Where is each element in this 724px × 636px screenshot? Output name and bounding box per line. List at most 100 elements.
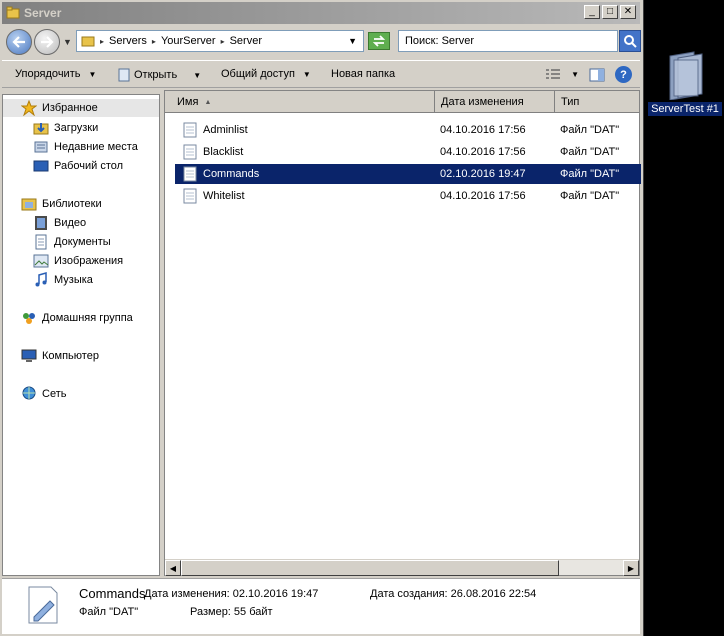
table-row[interactable]: Blacklist 04.10.2016 17:56 Файл "DAT" xyxy=(175,142,641,162)
view-dropdown-icon[interactable]: ▼ xyxy=(571,70,579,79)
refresh-button[interactable] xyxy=(368,32,390,50)
nav-item-homegroup[interactable]: Домашняя группа xyxy=(21,310,133,326)
file-type: Файл "DAT" xyxy=(560,124,620,136)
preview-pane-icon[interactable] xyxy=(589,68,605,82)
nav-item-music[interactable]: Музыка xyxy=(33,272,93,288)
search-icon xyxy=(624,35,637,48)
minimize-icon: _ xyxy=(589,6,595,17)
title-bar[interactable]: Server _ □ ✕ xyxy=(2,2,640,24)
pictures-icon xyxy=(33,254,49,268)
breadcrumb-servers[interactable]: Servers xyxy=(109,35,147,47)
file-icon xyxy=(183,166,197,182)
column-date[interactable]: Дата изменения xyxy=(435,91,555,113)
file-icon xyxy=(183,122,197,138)
video-icon xyxy=(35,216,47,230)
file-date: 02.10.2016 19:47 xyxy=(440,168,526,180)
details-file-name: Commands xyxy=(79,586,146,601)
open-button[interactable]: Открыть ▼ xyxy=(118,68,201,82)
nav-item-recent[interactable]: Недавние места xyxy=(33,139,138,155)
nav-label: Изображения xyxy=(54,255,124,267)
nav-item-documents[interactable]: Документы xyxy=(33,234,111,250)
chevron-right-icon[interactable]: ▸ xyxy=(100,37,104,46)
new-folder-label: Новая папка xyxy=(331,68,396,80)
close-icon: ✕ xyxy=(623,6,633,17)
new-folder-button[interactable]: Новая папка xyxy=(331,68,395,80)
table-row[interactable]: Whitelist 04.10.2016 17:56 Файл "DAT" xyxy=(175,186,641,206)
scroll-left-icon[interactable]: ◀ xyxy=(165,560,181,576)
chevron-down-icon[interactable]: ▼ xyxy=(193,71,201,80)
folder-icon xyxy=(6,6,20,19)
search-placeholder: Поиск: Server xyxy=(405,35,474,47)
address-bar: ▼ ▸ Servers ▸ YourServer ▸ Server ▼ Поис… xyxy=(2,26,641,58)
table-row[interactable]: Adminlist 04.10.2016 17:56 Файл "DAT" xyxy=(175,120,641,140)
chevron-right-icon[interactable]: ▸ xyxy=(221,37,225,46)
file-preview-icon xyxy=(28,586,58,624)
file-date: 04.10.2016 17:56 xyxy=(440,146,526,158)
organize-label: Упорядочить xyxy=(15,68,81,80)
scroll-thumb[interactable] xyxy=(181,560,559,576)
documents-icon xyxy=(35,234,47,250)
navigation-pane: Избранное Загрузки Недавние места Рабочи… xyxy=(2,94,160,576)
nav-item-libraries[interactable]: Библиотеки xyxy=(21,196,102,212)
desktop-icon xyxy=(33,160,49,172)
music-icon xyxy=(35,272,47,287)
share-label: Общий доступ xyxy=(221,68,295,80)
open-label: Открыть xyxy=(134,69,178,81)
folder-icon xyxy=(669,51,703,100)
details-type: Файл "DAT" xyxy=(79,606,139,618)
maximize-icon: □ xyxy=(606,6,614,17)
nav-item-downloads[interactable]: Загрузки xyxy=(33,120,98,136)
nav-label: Загрузки xyxy=(54,122,99,134)
computer-icon xyxy=(21,349,37,362)
column-date-label: Дата изменения xyxy=(441,96,524,108)
share-button[interactable]: Общий доступ ▼ xyxy=(221,68,311,80)
back-button[interactable] xyxy=(6,29,32,55)
file-date: 04.10.2016 17:56 xyxy=(440,190,526,202)
chevron-down-icon[interactable]: ▼ xyxy=(348,36,357,46)
horizontal-scrollbar[interactable]: ◀ ▶ xyxy=(165,559,639,576)
maximize-button[interactable]: □ xyxy=(602,5,618,19)
file-name: Adminlist xyxy=(203,124,248,136)
organize-button[interactable]: Упорядочить ▼ xyxy=(15,68,96,80)
nav-label: Избранное xyxy=(42,102,98,114)
refresh-icon xyxy=(372,35,386,47)
column-name[interactable]: Имя ▲ xyxy=(165,91,435,113)
breadcrumb-yourserver[interactable]: YourServer xyxy=(161,35,216,47)
file-type: Файл "DAT" xyxy=(560,190,620,202)
details-size: Размер: 55 байт xyxy=(190,606,273,618)
network-icon xyxy=(22,386,36,400)
nav-item-computer[interactable]: Компьютер xyxy=(21,348,99,364)
search-button[interactable] xyxy=(619,30,641,52)
help-icon[interactable]: ? xyxy=(615,66,632,83)
nav-item-images[interactable]: Изображения xyxy=(33,253,123,269)
desktop-icon-label: ServerTest #1 xyxy=(648,102,722,116)
scroll-right-icon[interactable]: ▶ xyxy=(623,560,639,576)
history-dropdown-icon[interactable]: ▼ xyxy=(63,37,72,47)
forward-button[interactable] xyxy=(34,29,60,55)
nav-label: Документы xyxy=(54,236,111,248)
nav-item-favorites[interactable]: Избранное xyxy=(3,99,159,117)
nav-label: Музыка xyxy=(54,274,93,286)
column-type[interactable]: Тип xyxy=(555,91,639,113)
nav-item-network[interactable]: Сеть xyxy=(21,386,66,402)
breadcrumb-server[interactable]: Server xyxy=(230,35,262,47)
nav-label: Библиотеки xyxy=(42,198,102,210)
details-modified: Дата изменения: 02.10.2016 19:47 xyxy=(144,588,319,600)
nav-item-video[interactable]: Видео xyxy=(33,215,86,231)
close-button[interactable]: ✕ xyxy=(620,5,636,19)
sort-ascending-icon: ▲ xyxy=(204,98,212,106)
folder-icon xyxy=(81,36,95,47)
column-name-label: Имя xyxy=(177,96,199,108)
chevron-right-icon[interactable]: ▸ xyxy=(152,37,156,46)
minimize-button[interactable]: _ xyxy=(584,5,600,19)
file-name: Commands xyxy=(203,168,260,180)
nav-label: Сеть xyxy=(42,388,67,400)
table-row-selected[interactable]: Commands 02.10.2016 19:47 Файл "DAT" xyxy=(175,164,641,184)
view-list-icon[interactable] xyxy=(545,68,561,82)
window-title: Server xyxy=(24,6,62,20)
breadcrumb[interactable]: ▸ Servers ▸ YourServer ▸ Server ▼ xyxy=(76,30,364,52)
star-icon xyxy=(21,100,37,116)
search-input[interactable]: Поиск: Server xyxy=(398,30,618,52)
nav-item-desktop[interactable]: Рабочий стол xyxy=(33,158,123,174)
chevron-down-icon: ▼ xyxy=(302,69,311,79)
